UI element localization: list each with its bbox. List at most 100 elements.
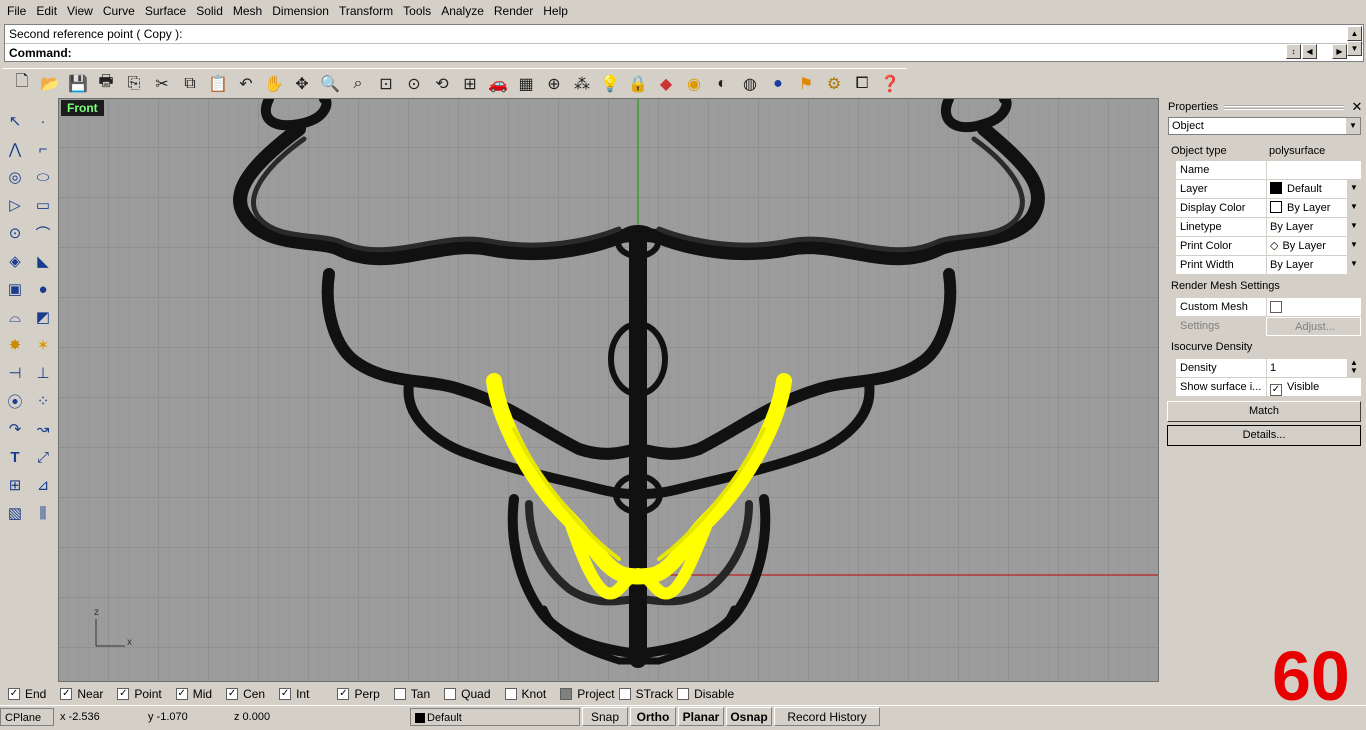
ellipse-center-icon[interactable]: ⊙ [2,220,28,246]
osnap-point[interactable]: ✓ Point [117,687,162,701]
current-layer[interactable]: Default [410,708,580,726]
command-spin-icon[interactable]: ↕ [1286,44,1301,59]
ellipse-icon[interactable]: ⬭ [30,164,56,190]
history-scroll-up-icon[interactable]: ▲ [1347,26,1362,41]
pan-icon[interactable]: ✋ [260,71,288,97]
adjust-button[interactable]: Adjust... [1266,317,1361,336]
offset-icon[interactable]: ↝ [30,416,56,442]
menu-file[interactable]: File [2,4,31,18]
help-icon[interactable]: ❓ [876,71,904,97]
checkbox[interactable]: ✓ [337,688,350,700]
paste-icon[interactable]: 📋 [204,71,232,97]
menu-mesh[interactable]: Mesh [228,4,267,18]
solid-box-icon[interactable]: ▧ [2,500,28,526]
checkbox[interactable] [677,688,690,700]
osnap-quad[interactable]: Quad [444,687,491,701]
box-icon[interactable]: ▣ [2,276,28,302]
undo-view-icon[interactable]: ⟲ [428,71,456,97]
name-field[interactable] [1266,161,1361,180]
print-icon[interactable]: 🖶 [92,71,120,97]
custom-mesh-value[interactable] [1266,298,1361,317]
menu-analyze[interactable]: Analyze [436,4,489,18]
command-left-icon[interactable]: ◀ [1302,44,1317,59]
explode-icon[interactable]: ✸ [2,332,28,358]
render-sphere-icon[interactable]: ● [764,71,792,97]
property-row-name[interactable]: Name [1176,161,1361,180]
arc-icon[interactable]: ⌒ [30,220,56,246]
checkbox[interactable]: ✓ [175,688,188,700]
details-button[interactable]: Details... [1167,425,1361,446]
split-icon[interactable]: ⊥ [30,360,56,386]
ortho-toggle[interactable]: Ortho [630,707,676,726]
chevron-down-icon[interactable]: ▼ [1346,199,1361,217]
rectangle-icon[interactable]: ▭ [30,192,56,218]
trim-icon[interactable]: ⊣ [2,360,28,386]
menu-help[interactable]: Help [538,4,573,18]
grid-snap-icon[interactable]: ▦ [512,71,540,97]
visible-value[interactable]: ✓ Visible [1266,378,1361,397]
select-filter-icon[interactable]: ⊕ [540,71,568,97]
chevron-down-icon[interactable]: ▼ [1346,218,1361,236]
menu-transform[interactable]: Transform [334,4,398,18]
menu-curve[interactable]: Curve [98,4,140,18]
osnap-near[interactable]: ✓ Near [60,687,103,701]
dimension-icon[interactable]: ⊿ [30,472,56,498]
mesh-plane-icon[interactable]: ◩ [30,304,56,330]
planar-toggle[interactable]: Planar [678,707,724,726]
checkbox[interactable] [444,688,457,700]
property-row-print-color[interactable]: Print Color ◇ By Layer ▼ [1176,237,1361,256]
menu-surface[interactable]: Surface [140,4,191,18]
spotlight-icon[interactable]: ⚑ [792,71,820,97]
panel-grip[interactable] [1224,104,1344,110]
checkbox[interactable]: ✓ [117,688,130,700]
select-arrow-icon[interactable]: ↖ [2,108,28,134]
history-scroll-down-icon[interactable]: ▼ [1347,41,1362,56]
checkbox[interactable]: ✓ [226,688,239,700]
osnap-int[interactable]: ✓ Int [279,687,309,701]
chevron-down-icon[interactable]: ▼ [1346,180,1361,198]
copy-icon[interactable]: ⧉ [176,71,204,97]
array-icon[interactable]: ⊞ [2,472,28,498]
burst-icon[interactable]: ✶ [30,332,56,358]
menu-dimension[interactable]: Dimension [267,4,334,18]
osnap-disable[interactable]: Disable [677,687,734,701]
wireframe-sphere-icon[interactable]: ◍ [736,71,764,97]
checkbox[interactable] [618,688,631,700]
snap-toggle[interactable]: Snap [582,707,628,726]
polygon-icon[interactable]: ▷ [2,192,28,218]
property-row-layer[interactable]: Layer Default ▼ [1176,180,1361,199]
zoom-extents-icon[interactable]: ⊡ [372,71,400,97]
visible-checkbox[interactable]: ✓ [1270,384,1282,396]
spheres-icon[interactable]: ● [30,276,56,302]
toolbar-layout-icon[interactable]: ⧠ [848,71,876,97]
zoom-selected-icon[interactable]: ⊙ [400,71,428,97]
menu-view[interactable]: View [62,4,98,18]
osnap-end[interactable]: ✓ End [8,687,46,701]
record-history-toggle[interactable]: Record History [774,707,880,726]
osnap-tan[interactable]: Tan [393,687,430,701]
osnap-strack[interactable]: STrack [618,687,673,701]
circle-icon[interactable]: ◎ [2,164,28,190]
loft-icon[interactable]: ◣ [30,248,56,274]
chevron-down-icon[interactable]: ▼ [1346,256,1361,274]
lock-icon[interactable]: 🔒 [624,71,652,97]
point-icon[interactable]: · [30,108,56,134]
contour-icon[interactable]: ⫼ [30,500,56,526]
cplane-label[interactable]: CPlane [0,708,54,726]
boolean-icon[interactable]: ⦿ [2,388,28,414]
checkbox[interactable] [504,688,517,700]
fillet-icon[interactable]: ↷ [2,416,28,442]
checkbox[interactable]: ✓ [60,688,73,700]
rotate-view-icon[interactable]: ✥ [288,71,316,97]
command-right-icon[interactable]: ▶ [1332,44,1347,59]
color-wheel-icon[interactable]: ◉ [680,71,708,97]
curve-icon[interactable]: ⌐ [30,136,56,162]
spin-icon[interactable]: ▲ ▼ [1346,359,1361,377]
menu-edit[interactable]: Edit [31,4,62,18]
viewport-title[interactable]: Front [61,100,104,116]
property-row-density[interactable]: Density 1 ▲ ▼ [1176,359,1361,378]
close-icon[interactable]: ✕ [1350,99,1364,115]
text-icon[interactable]: T [2,444,28,470]
group-icon[interactable]: ⁘ [30,388,56,414]
zoom-icon[interactable]: 🔍 [316,71,344,97]
